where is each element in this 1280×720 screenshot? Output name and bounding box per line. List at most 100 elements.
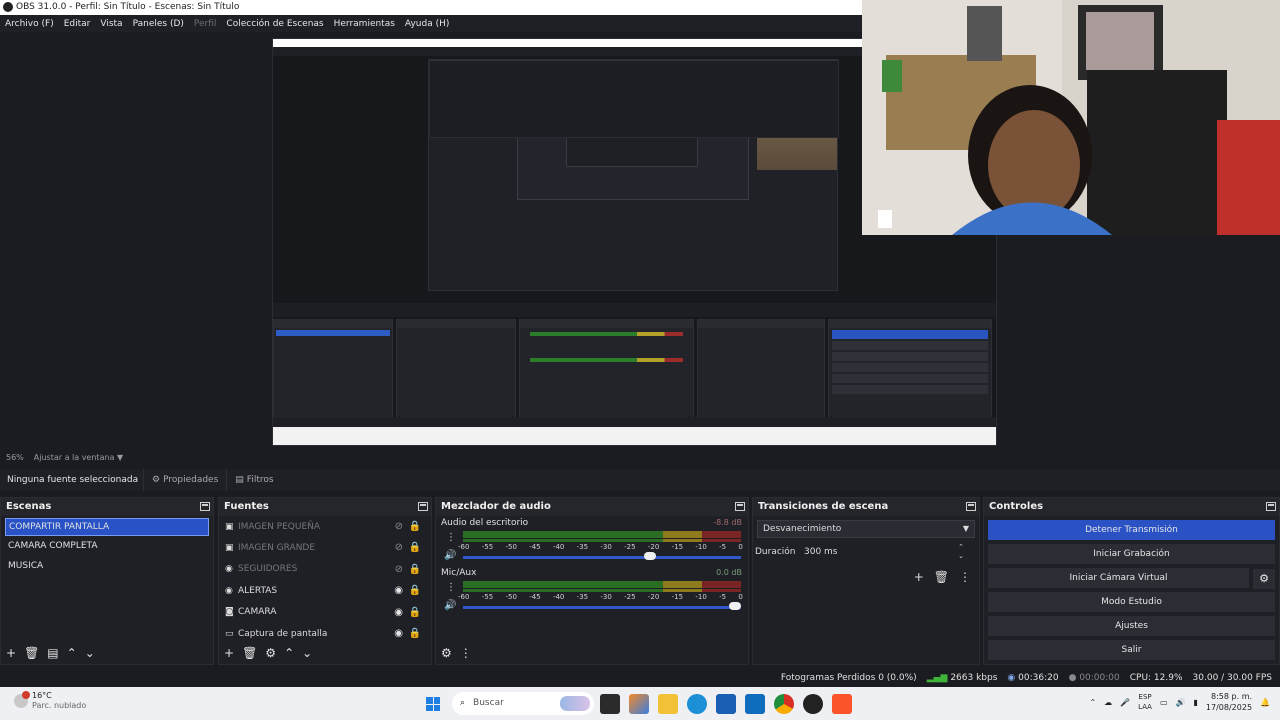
start-virtual-camera-button[interactable]: Iniciar Cámara Virtual — [988, 568, 1249, 588]
lock-icon[interactable]: 🔒 — [409, 585, 421, 596]
speaker-icon[interactable]: 🔊 — [444, 550, 456, 561]
meter-tick-label: -60 — [458, 543, 470, 551]
more-options-icon[interactable]: ⋮ — [446, 532, 456, 543]
menu-view[interactable]: Vista — [100, 19, 122, 29]
battery-icon[interactable]: ▮ — [1194, 698, 1198, 707]
arrow-down-icon[interactable]: ⌄ — [85, 646, 95, 660]
menu-help[interactable]: Ayuda (H) — [405, 19, 449, 29]
chrome-icon[interactable] — [774, 694, 794, 714]
lock-icon[interactable]: 🔒 — [409, 607, 421, 618]
edge-icon[interactable] — [687, 694, 707, 714]
volume-slider-handle[interactable] — [729, 602, 741, 610]
eye-icon[interactable]: ◉ — [394, 628, 403, 639]
menu-scene-collection[interactable]: Colección de Escenas — [226, 19, 323, 29]
monitor-icon[interactable]: ▭ — [1160, 698, 1168, 707]
add-icon[interactable]: + — [914, 570, 924, 584]
lock-icon[interactable]: 🔒 — [409, 628, 421, 639]
network-icon[interactable]: ☁ — [1104, 698, 1112, 707]
store-icon[interactable] — [716, 694, 736, 714]
volume-slider[interactable] — [463, 606, 741, 609]
source-item-imagen-grande[interactable]: ▣ IMAGEN GRANDE ⊘ 🔒 — [219, 537, 431, 558]
eye-hidden-icon[interactable]: ⊘ — [395, 521, 403, 532]
weather-widget[interactable]: 16°C Parc. nublado — [14, 691, 86, 711]
volume-icon[interactable]: 🔊 — [1176, 698, 1186, 707]
filter-icon[interactable]: ▤ — [47, 646, 58, 660]
source-item-camara[interactable]: ◙ CAMARA ◉ 🔒 — [219, 602, 431, 623]
nested-controls — [828, 319, 992, 429]
gear-icon[interactable]: ⚙ — [441, 646, 452, 660]
chevron-up-icon[interactable]: ⌃ — [1089, 698, 1096, 707]
menu-profile[interactable]: Perfil — [194, 19, 217, 29]
source-item-imagen-pequena[interactable]: ▣ IMAGEN PEQUEÑA ⊘ 🔒 — [219, 516, 431, 537]
add-icon[interactable]: + — [224, 646, 234, 660]
speaker-icon[interactable]: 🔊 — [444, 600, 456, 611]
transition-select[interactable]: Desvanecimiento ▼ — [757, 520, 975, 538]
spinner-icon[interactable]: ⌃ ⌄ — [958, 543, 964, 561]
file-explorer-icon[interactable] — [658, 694, 678, 714]
outlook-icon[interactable] — [745, 694, 765, 714]
add-icon[interactable]: + — [6, 646, 16, 660]
clock[interactable]: 8:58 p. m. 17/08/2025 — [1206, 691, 1252, 713]
duration-input[interactable]: 300 ms ⌃ ⌄ — [801, 543, 967, 561]
properties-button[interactable]: ⚙ Propiedades — [143, 469, 226, 491]
scenes-dock-header: Escenas — [1, 498, 213, 516]
lock-icon[interactable]: 🔒 — [409, 521, 421, 532]
windows-start-icon[interactable] — [426, 697, 440, 711]
mic-icon[interactable]: 🎤 — [1120, 698, 1130, 707]
copilot-icon[interactable] — [629, 694, 649, 714]
menu-tools[interactable]: Herramientas — [334, 19, 395, 29]
arrow-up-icon[interactable]: ⌃ — [284, 646, 294, 660]
source-item-seguidores[interactable]: ◉ SEGUIDORES ⊘ 🔒 — [219, 559, 431, 580]
task-view-icon[interactable] — [600, 694, 620, 714]
language-indicator[interactable]: ESP LAA — [1138, 692, 1152, 712]
menu-file[interactable]: Archivo (F) — [5, 19, 54, 29]
undock-icon[interactable] — [966, 502, 976, 511]
volume-meter-peak — [463, 539, 741, 542]
exit-button[interactable]: Salir — [988, 640, 1275, 660]
trash-icon[interactable]: 🗑 — [24, 646, 39, 660]
arrow-up-icon[interactable]: ⌃ — [67, 646, 77, 660]
eye-hidden-icon[interactable]: ⊘ — [395, 564, 403, 575]
studio-mode-button[interactable]: Modo Estudio — [988, 592, 1275, 612]
taskbar-search[interactable]: ⌕ Buscar — [452, 692, 594, 715]
volume-slider-handle[interactable] — [643, 552, 656, 560]
undock-icon[interactable] — [1266, 502, 1276, 511]
status-bar: Fotogramas Perdidos 0 (0.0%) ▂▄▆ 2663 kb… — [0, 669, 1280, 687]
filters-button[interactable]: ▤ Filtros — [226, 469, 281, 491]
controls-dock: Controles Detener Transmisión Iniciar Gr… — [983, 497, 1280, 665]
eye-icon[interactable]: ◉ — [394, 585, 403, 596]
more-options-icon[interactable]: ⋮ — [460, 646, 472, 660]
brave-icon[interactable] — [832, 694, 852, 714]
virtual-camera-settings-icon[interactable]: ⚙ — [1253, 569, 1275, 589]
nested-mixer — [519, 319, 694, 429]
scene-item-compartir-pantalla[interactable]: COMPARTIR PANTALLA — [5, 518, 209, 536]
lock-icon[interactable]: 🔒 — [409, 542, 421, 553]
eye-icon[interactable]: ◉ — [394, 607, 403, 618]
more-options-icon[interactable]: ⋮ — [959, 570, 971, 584]
signal-bars-icon: ▂▄▆ — [926, 673, 948, 683]
notifications-icon[interactable]: 🔔 — [1260, 698, 1270, 707]
gear-icon[interactable]: ⚙ — [265, 646, 276, 660]
menu-edit[interactable]: Editar — [64, 19, 91, 29]
undock-icon[interactable] — [200, 502, 210, 511]
scene-item-musica[interactable]: MUSICA — [1, 556, 213, 576]
scene-item-camara-completa[interactable]: CAMARA COMPLETA — [1, 536, 213, 556]
lock-icon[interactable]: 🔒 — [409, 564, 421, 575]
trash-icon[interactable]: 🗑 — [934, 570, 949, 584]
eye-hidden-icon[interactable]: ⊘ — [395, 542, 403, 553]
source-item-alertas[interactable]: ◉ ALERTAS ◉ 🔒 — [219, 580, 431, 601]
start-recording-button[interactable]: Iniciar Grabación — [988, 544, 1275, 564]
obs-icon[interactable] — [803, 694, 823, 714]
search-highlight-icon — [560, 696, 590, 711]
mixer-dock-header: Mezclador de audio — [436, 498, 748, 516]
arrow-down-icon[interactable]: ⌄ — [302, 646, 312, 660]
menu-docks[interactable]: Paneles (D) — [133, 19, 184, 29]
undock-icon[interactable] — [418, 502, 428, 511]
volume-slider[interactable] — [463, 556, 741, 559]
more-options-icon[interactable]: ⋮ — [446, 582, 456, 593]
settings-button[interactable]: Ajustes — [988, 616, 1275, 636]
fit-dropdown[interactable]: Ajustar a la ventana ▼ — [34, 453, 123, 462]
stop-streaming-button[interactable]: Detener Transmisión — [988, 520, 1275, 540]
trash-icon[interactable]: 🗑 — [242, 646, 257, 660]
undock-icon[interactable] — [735, 502, 745, 511]
